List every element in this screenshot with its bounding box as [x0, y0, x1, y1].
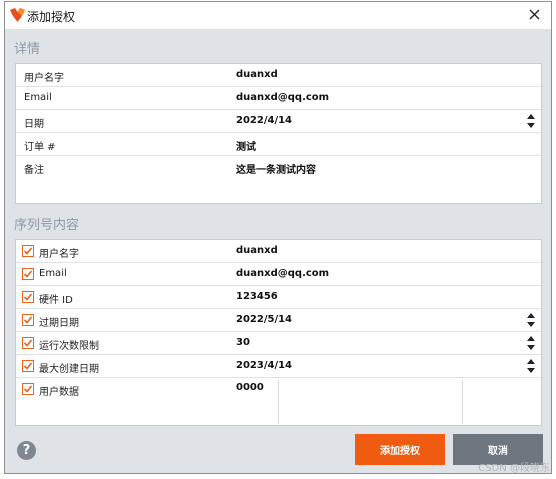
details-section-title: 详情: [14, 42, 41, 57]
window-title: 添加授权: [27, 10, 76, 24]
detail-row-notes: 备注 这是一条测试内容: [16, 156, 541, 204]
detail-row-date: 日期 2022/4/14: [16, 110, 541, 133]
email-checkbox[interactable]: [22, 268, 34, 280]
add-license-dialog: 添加授权 详情 用户名字 duanxd Email duanxd@qq.com …: [4, 1, 552, 474]
watermark: CSDN @段晓东: [478, 463, 550, 474]
expiry-date-checkbox[interactable]: [22, 314, 34, 326]
serial-row-expiry-date: 过期日期 2022/5/14: [16, 309, 541, 332]
notes-field[interactable]: 这是一条测试内容: [236, 161, 316, 176]
username-field[interactable]: duanxd: [236, 69, 278, 80]
spin-up-icon[interactable]: [527, 336, 535, 341]
row-label: Email: [39, 268, 67, 279]
help-icon[interactable]: ?: [17, 441, 36, 460]
serial-row-user-data: 用户数据 0000: [16, 378, 541, 426]
add-license-button[interactable]: 添加授权: [355, 434, 445, 465]
logo-icon: [9, 7, 26, 23]
row-label: 运行次数限制: [39, 341, 99, 352]
max-build-date-field[interactable]: 2023/4/14: [236, 360, 292, 371]
max-build-date-checkbox[interactable]: [22, 360, 34, 372]
serial-username-field[interactable]: duanxd: [236, 245, 278, 256]
serial-panel: 用户名字 duanxd Email duanxd@qq.com 硬件 ID 12…: [15, 239, 542, 426]
serial-row-email: Email duanxd@qq.com: [16, 263, 541, 286]
run-limit-checkbox[interactable]: [22, 337, 34, 349]
row-label: 硬件 ID: [39, 295, 73, 306]
username-checkbox[interactable]: [22, 245, 34, 257]
run-limit-field[interactable]: 30: [236, 337, 250, 348]
spin-up-icon[interactable]: [527, 313, 535, 318]
date-field[interactable]: 2022/4/14: [236, 115, 292, 126]
date-spinner[interactable]: [525, 112, 537, 130]
hex-divider: [462, 380, 463, 424]
serial-row-max-build-date: 最大创建日期 2023/4/14: [16, 355, 541, 378]
spin-up-icon[interactable]: [527, 359, 535, 364]
row-label: 日期: [24, 119, 44, 130]
spin-down-icon[interactable]: [527, 123, 535, 128]
serial-row-hardware-id: 硬件 ID 123456: [16, 286, 541, 309]
details-panel: 用户名字 duanxd Email duanxd@qq.com 日期 2022/…: [15, 63, 542, 204]
user-data-checkbox[interactable]: [22, 383, 34, 395]
expiry-date-field[interactable]: 2022/5/14: [236, 314, 292, 325]
spin-down-icon[interactable]: [527, 345, 535, 350]
hex-divider: [278, 380, 279, 424]
spin-down-icon[interactable]: [527, 368, 535, 373]
row-label: 备注: [24, 165, 44, 176]
close-button[interactable]: [517, 2, 551, 29]
email-field[interactable]: duanxd@qq.com: [236, 92, 329, 103]
order-field[interactable]: 测试: [236, 138, 256, 153]
serial-section-title: 序列号内容: [14, 218, 80, 233]
row-label: 用户名字: [39, 249, 79, 260]
spin-down-icon[interactable]: [527, 322, 535, 327]
hardware-id-field[interactable]: 123456: [236, 291, 278, 302]
user-data-field[interactable]: 0000: [236, 382, 264, 393]
row-label: 订单 #: [24, 142, 56, 153]
serial-row-username: 用户名字 duanxd: [16, 240, 541, 263]
row-label: 用户名字: [24, 73, 64, 84]
row-label: 用户数据: [39, 387, 79, 398]
close-icon[interactable]: [529, 9, 540, 23]
row-label: 过期日期: [39, 318, 79, 329]
serial-row-run-limit: 运行次数限制 30: [16, 332, 541, 355]
hardware-id-checkbox[interactable]: [22, 291, 34, 303]
row-label: 最大创建日期: [39, 364, 99, 375]
max-build-date-spinner[interactable]: [525, 357, 537, 375]
expiry-date-spinner[interactable]: [525, 311, 537, 329]
spin-up-icon[interactable]: [527, 114, 535, 119]
detail-row-username: 用户名字 duanxd: [16, 64, 541, 87]
title-bar: 添加授权: [5, 2, 551, 29]
serial-email-field[interactable]: duanxd@qq.com: [236, 268, 329, 279]
detail-row-email: Email duanxd@qq.com: [16, 87, 541, 110]
run-limit-spinner[interactable]: [525, 334, 537, 352]
row-label: Email: [24, 92, 52, 103]
detail-row-order: 订单 # 测试: [16, 133, 541, 156]
